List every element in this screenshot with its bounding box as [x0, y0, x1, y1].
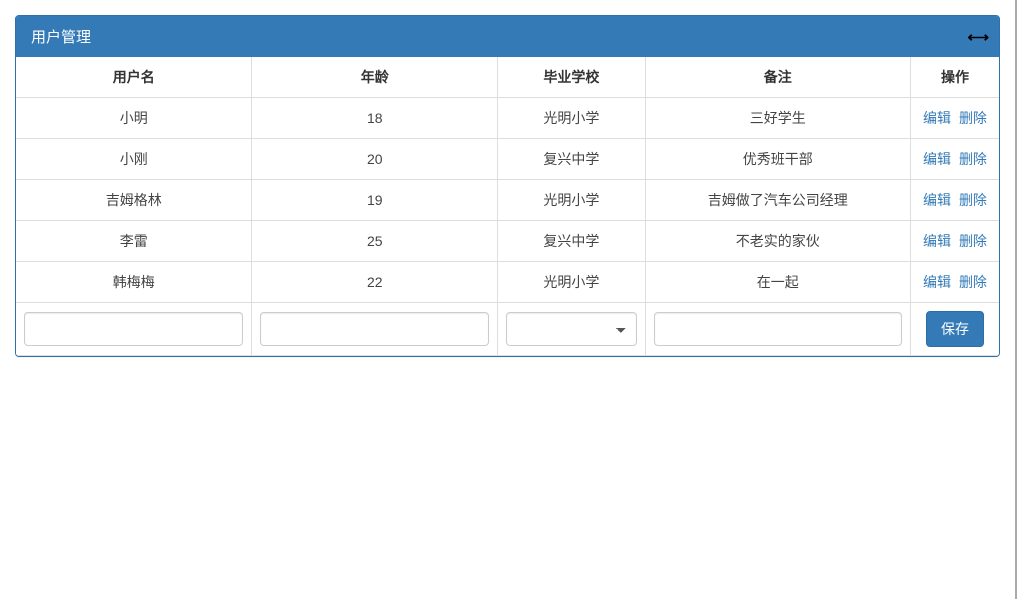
- cell-remark: 不老实的家伙: [645, 221, 910, 262]
- save-button[interactable]: 保存: [926, 311, 984, 347]
- cell-age: 20: [252, 139, 498, 180]
- table-header-row: 用户名 年龄 毕业学校 备注 操作: [16, 57, 999, 98]
- cell-ops: 编辑 删除: [911, 180, 1000, 221]
- cell-ops: 编辑 删除: [911, 98, 1000, 139]
- col-header-remark: 备注: [645, 57, 910, 98]
- cell-ops: 编辑 删除: [911, 221, 1000, 262]
- remark-input[interactable]: [654, 312, 902, 346]
- table-row: 李雷 25 复兴中学 不老实的家伙 编辑 删除: [16, 221, 999, 262]
- cell-school: 光明小学: [498, 98, 645, 139]
- cell-age: 18: [252, 98, 498, 139]
- table-row: 韩梅梅 22 光明小学 在一起 编辑 删除: [16, 262, 999, 303]
- cell-ops: 编辑 删除: [911, 139, 1000, 180]
- edit-link[interactable]: 编辑: [923, 274, 951, 290]
- cell-remark: 优秀班干部: [645, 139, 910, 180]
- cell-name: 李雷: [16, 221, 252, 262]
- user-management-panel: 用户管理 ⟷ 用户名 年龄 毕业学校 备注 操作 小明 18 光明小学 三好: [15, 15, 1000, 357]
- cell-name: 韩梅梅: [16, 262, 252, 303]
- edit-link[interactable]: 编辑: [923, 110, 951, 126]
- users-table: 用户名 年龄 毕业学校 备注 操作 小明 18 光明小学 三好学生 编辑 删除 …: [16, 57, 999, 356]
- edit-link[interactable]: 编辑: [923, 192, 951, 208]
- edit-link[interactable]: 编辑: [923, 233, 951, 249]
- table-row: 小刚 20 复兴中学 优秀班干部 编辑 删除: [16, 139, 999, 180]
- cell-school: 光明小学: [498, 180, 645, 221]
- panel-title: 用户管理: [31, 29, 91, 46]
- delete-link[interactable]: 删除: [959, 192, 987, 208]
- panel-heading: 用户管理 ⟷: [16, 16, 999, 57]
- col-header-name: 用户名: [16, 57, 252, 98]
- table-row: 吉姆格林 19 光明小学 吉姆做了汽车公司经理 编辑 删除: [16, 180, 999, 221]
- cell-remark: 三好学生: [645, 98, 910, 139]
- col-header-age: 年龄: [252, 57, 498, 98]
- cell-age: 22: [252, 262, 498, 303]
- col-header-school: 毕业学校: [498, 57, 645, 98]
- cell-name: 吉姆格林: [16, 180, 252, 221]
- cell-school: 复兴中学: [498, 221, 645, 262]
- school-select[interactable]: [506, 312, 636, 346]
- delete-link[interactable]: 删除: [959, 110, 987, 126]
- cell-age: 25: [252, 221, 498, 262]
- cell-remark: 吉姆做了汽车公司经理: [645, 180, 910, 221]
- cell-age: 19: [252, 180, 498, 221]
- age-input[interactable]: [260, 312, 489, 346]
- delete-link[interactable]: 删除: [959, 274, 987, 290]
- cell-school: 光明小学: [498, 262, 645, 303]
- cell-ops: 编辑 删除: [911, 262, 1000, 303]
- new-row: 保存: [16, 303, 999, 356]
- cell-school: 复兴中学: [498, 139, 645, 180]
- cell-name: 小刚: [16, 139, 252, 180]
- delete-link[interactable]: 删除: [959, 151, 987, 167]
- table-row: 小明 18 光明小学 三好学生 编辑 删除: [16, 98, 999, 139]
- resize-horizontal-icon[interactable]: ⟷: [967, 28, 989, 46]
- cell-remark: 在一起: [645, 262, 910, 303]
- delete-link[interactable]: 删除: [959, 233, 987, 249]
- edit-link[interactable]: 编辑: [923, 151, 951, 167]
- cell-name: 小明: [16, 98, 252, 139]
- name-input[interactable]: [24, 312, 243, 346]
- col-header-ops: 操作: [911, 57, 1000, 98]
